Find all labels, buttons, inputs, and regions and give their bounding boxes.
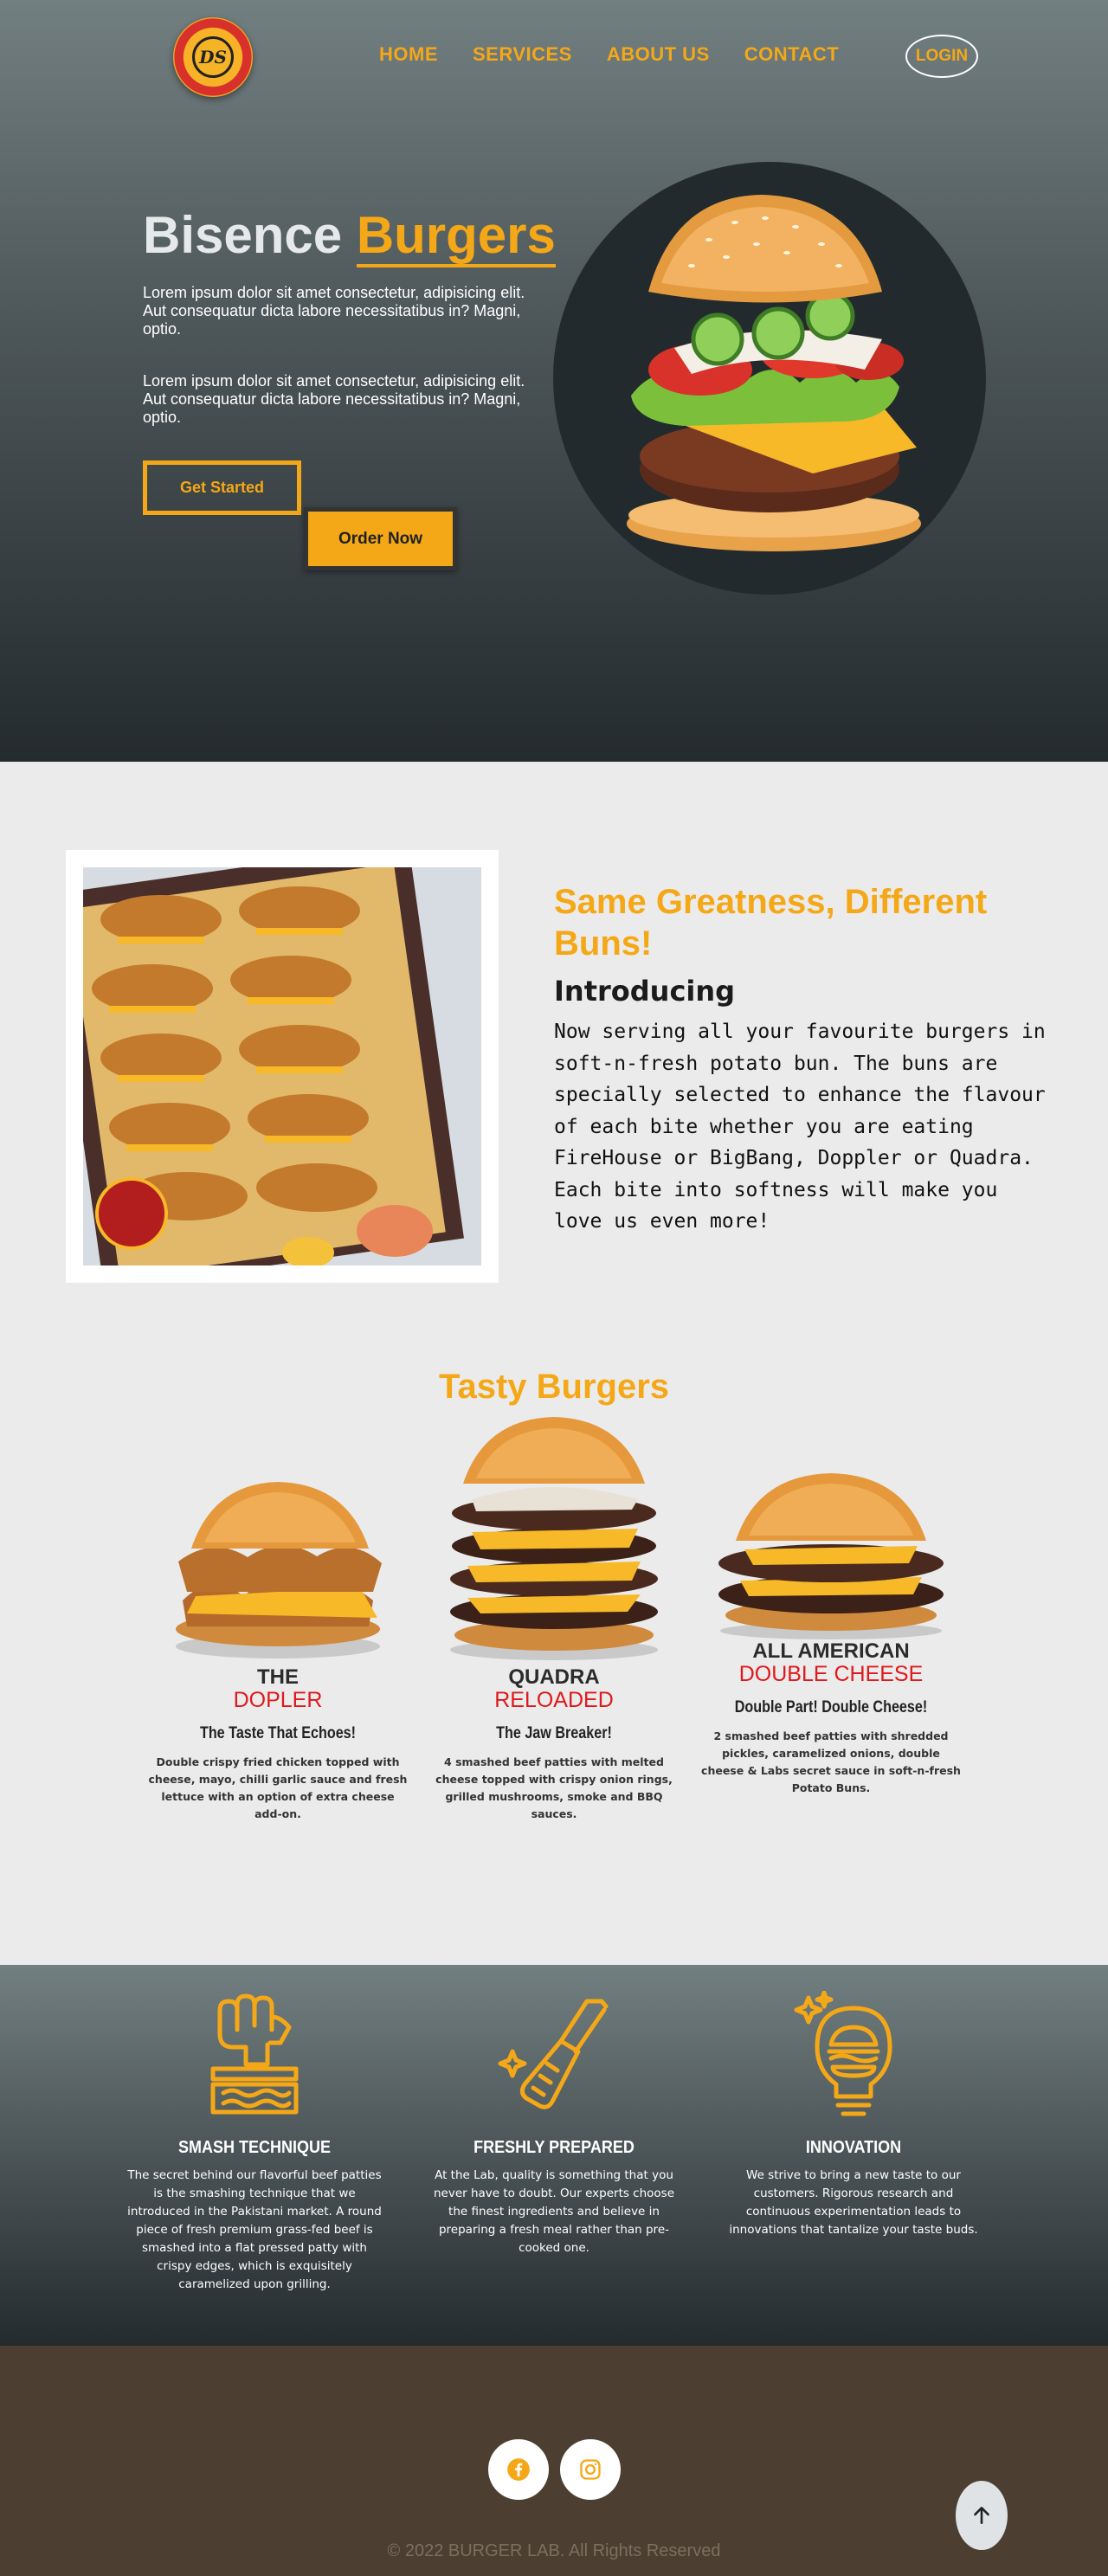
burger-tray-photo bbox=[83, 867, 481, 1265]
order-now-button[interactable]: Order Now bbox=[304, 507, 457, 570]
arrow-up-icon bbox=[974, 2507, 989, 2524]
intro-heading: Same Greatness, Different Buns! bbox=[554, 883, 988, 963]
chicken-burger-image bbox=[176, 1482, 382, 1658]
burger-name: QUADRA bbox=[508, 1665, 600, 1689]
feature-smash-technique: SMASH TECHNIQUE The secret behind our fl… bbox=[125, 1991, 384, 2294]
feature-text: We strive to bring a new taste to our cu… bbox=[729, 2168, 978, 2237]
spatula-icon bbox=[498, 1999, 609, 2109]
brand-logo[interactable]: DS bbox=[173, 17, 253, 97]
tasty-burgers-section: Tasty Burgers THE DOPLER The Taste That … bbox=[0, 1342, 1108, 1965]
burger-tagline: The Taste That Echoes! bbox=[199, 1724, 357, 1742]
feature-title: SMASH TECHNIQUE bbox=[177, 2138, 332, 2157]
copyright-text: © 2022 BURGER LAB. All Rights Reserved bbox=[387, 2541, 721, 2560]
burger-description: 2 smashed beef patties with shredded pic… bbox=[701, 1729, 961, 1794]
hero-section: DS HOME SERVICES ABOUT US CONTACT LOGIN … bbox=[0, 0, 1108, 762]
burger-variant: RELOADED bbox=[494, 1688, 614, 1712]
intro-text: Now serving all your favourite burgers i… bbox=[554, 1021, 1046, 1233]
burger-name: ALL AMERICAN bbox=[752, 1639, 910, 1663]
instagram-link[interactable] bbox=[560, 2439, 621, 2500]
hero-paragraph-1: Lorem ipsum dolor sit amet consectetur, … bbox=[143, 284, 525, 338]
all-american-burger-image bbox=[718, 1473, 944, 1639]
instagram-icon bbox=[580, 2459, 601, 2480]
smash-icon bbox=[210, 1993, 299, 2115]
facebook-icon bbox=[507, 2458, 530, 2481]
hero-burger-image bbox=[553, 162, 986, 595]
features-section: SMASH TECHNIQUE The secret behind our fl… bbox=[0, 1965, 1108, 2346]
feature-title: INNOVATION bbox=[805, 2138, 902, 2157]
intro-image-frame bbox=[66, 850, 499, 1283]
burger-variant: DOPLER bbox=[233, 1688, 323, 1712]
burger-description: 4 smashed beef patties with melted chees… bbox=[435, 1755, 673, 1820]
feature-innovation: INNOVATION We strive to bring a new tast… bbox=[724, 1991, 983, 2239]
burger-description: Double crispy fried chicken topped with … bbox=[148, 1755, 408, 1820]
burger-card-quadra[interactable]: QUADRA RELOADED The Jaw Breaker! 4 smash… bbox=[424, 1414, 684, 1823]
nav-about-us[interactable]: ABOUT US bbox=[607, 43, 710, 66]
burger-name: THE bbox=[257, 1665, 299, 1689]
intro-subheading: Introducing bbox=[554, 975, 736, 1008]
burger-tagline: Double Part! Double Cheese! bbox=[734, 1698, 928, 1716]
burger-card-all-american[interactable]: ALL AMERICAN DOUBLE CHEESE Double Part! … bbox=[701, 1466, 961, 1797]
nav-services[interactable]: SERVICES bbox=[473, 43, 572, 66]
feature-text: At the Lab, quality is something that yo… bbox=[433, 2168, 675, 2255]
login-button[interactable]: LOGIN bbox=[905, 35, 978, 78]
nav-home[interactable]: HOME bbox=[379, 43, 438, 66]
burgers-title: Tasty Burgers bbox=[438, 1368, 669, 1406]
quadra-burger-image bbox=[450, 1417, 658, 1660]
hero-title-part1: Bisence bbox=[143, 206, 343, 264]
hero-paragraph-2: Lorem ipsum dolor sit amet consectetur, … bbox=[143, 372, 525, 426]
nav-contact[interactable]: CONTACT bbox=[744, 43, 839, 66]
logo-monogram: DS bbox=[192, 36, 234, 78]
facebook-link[interactable] bbox=[488, 2439, 549, 2500]
hero-title-part2: Burgers bbox=[356, 206, 556, 267]
feature-freshly-prepared: FRESHLY PREPARED At the Lab, quality is … bbox=[424, 1991, 684, 2257]
burger-tagline: The Jaw Breaker! bbox=[496, 1724, 612, 1742]
burger-card-dopler[interactable]: THE DOPLER The Taste That Echoes! Double… bbox=[148, 1466, 408, 1823]
footer: © 2022 BURGER LAB. All Rights Reserved bbox=[0, 2346, 1108, 2576]
intro-section: Same Greatness, Different Buns! Introduc… bbox=[0, 762, 1108, 1342]
lightbulb-burger-icon bbox=[794, 1991, 892, 2116]
main-nav: HOME SERVICES ABOUT US CONTACT bbox=[379, 43, 839, 66]
feature-text: The secret behind our flavorful beef pat… bbox=[127, 2168, 382, 2291]
burger-variant: DOUBLE CHEESE bbox=[738, 1662, 924, 1686]
floating-burger-illustration bbox=[627, 195, 921, 551]
get-started-button[interactable]: Get Started bbox=[143, 460, 301, 515]
scroll-to-top-button[interactable] bbox=[956, 2481, 1008, 2550]
hero-title: Bisence Burgers bbox=[143, 204, 556, 267]
feature-title: FRESHLY PREPARED bbox=[473, 2138, 635, 2157]
